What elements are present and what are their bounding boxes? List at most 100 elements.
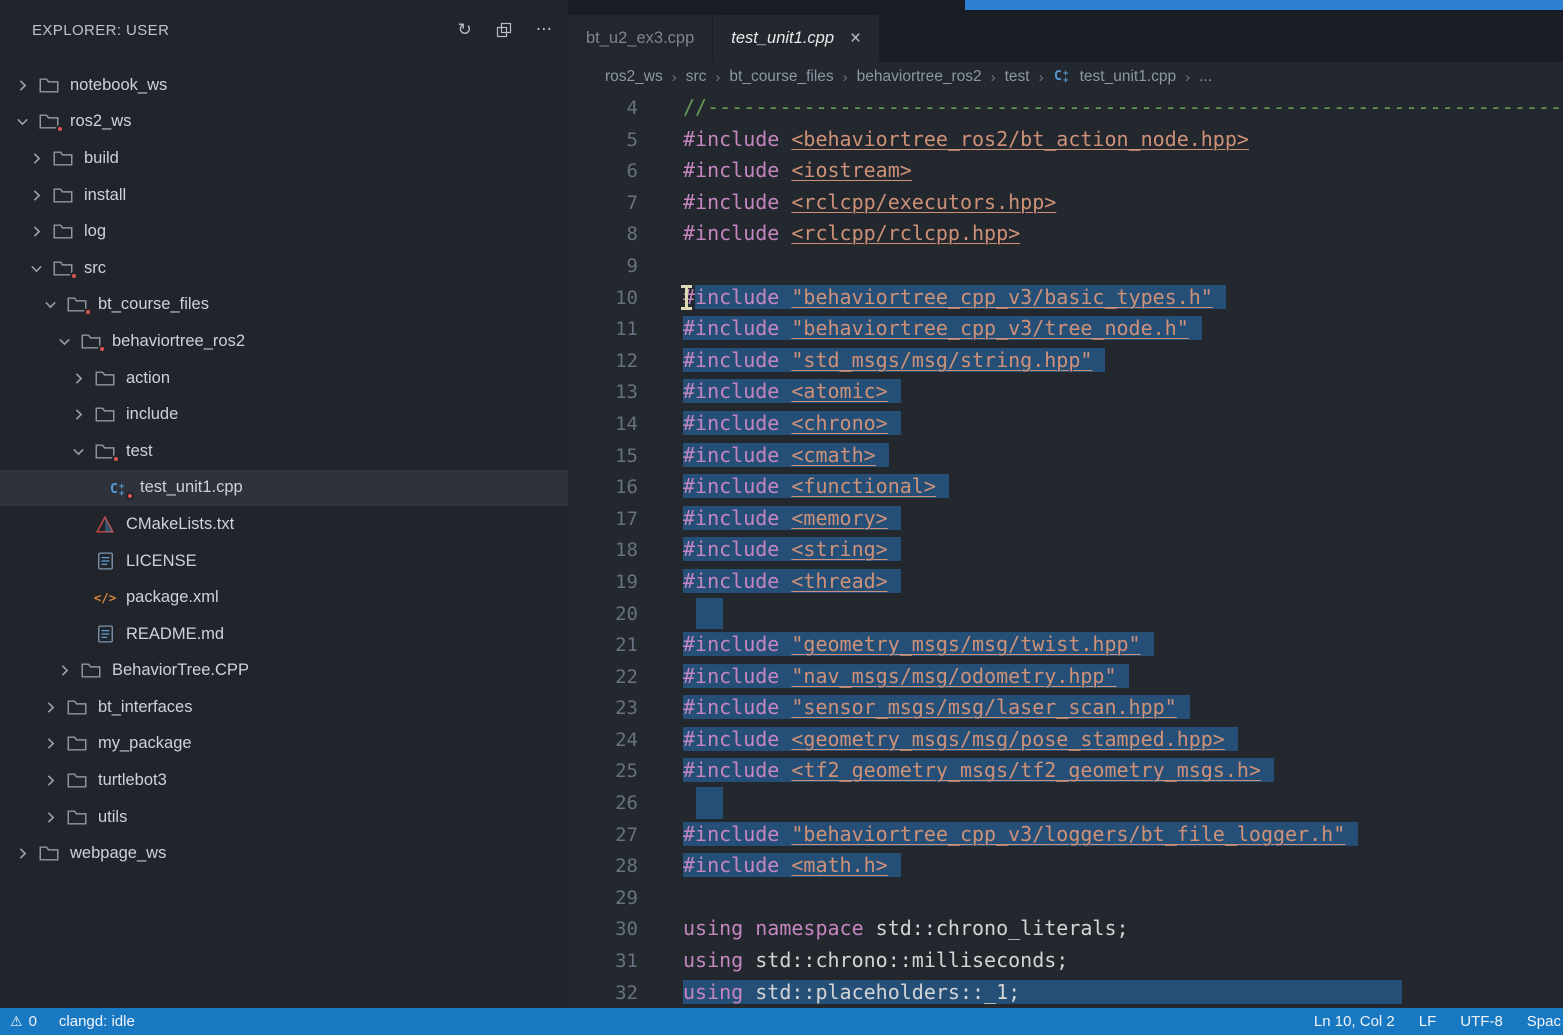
code-line-31[interactable]: 31using std::chrono::milliseconds; bbox=[568, 945, 1563, 977]
code-line-14[interactable]: 14#include <chrono> bbox=[568, 408, 1563, 440]
status-item-clangd-idle[interactable]: clangd: idle bbox=[59, 1013, 135, 1030]
code-line-17[interactable]: 17#include <memory> bbox=[568, 503, 1563, 535]
tree-item-label: action bbox=[126, 369, 170, 388]
code-line-25[interactable]: 25#include <tf2_geometry_msgs/tf2_geomet… bbox=[568, 755, 1563, 787]
tree-item-turtlebot3[interactable]: turtlebot3 bbox=[0, 762, 568, 799]
code-line-30[interactable]: 30using namespace std::chrono_literals; bbox=[568, 913, 1563, 945]
status-item-0[interactable]: ⚠0 bbox=[10, 1013, 37, 1030]
folder-icon bbox=[80, 333, 102, 350]
code-line-19[interactable]: 19#include <thread> bbox=[568, 566, 1563, 598]
breadcrumb-item-behaviortree-ros2[interactable]: behaviortree_ros2 bbox=[857, 68, 982, 86]
tab-test-unit1-cpp[interactable]: test_unit1.cpp× bbox=[713, 15, 879, 62]
code-line-13[interactable]: 13#include <atomic> bbox=[568, 376, 1563, 408]
breadcrumb-item-ros2-ws[interactable]: ros2_ws bbox=[605, 68, 663, 86]
chevron-right-icon[interactable] bbox=[70, 370, 94, 387]
code-token: #include bbox=[683, 348, 791, 372]
chevron-right-icon[interactable] bbox=[14, 845, 38, 862]
code-line-32[interactable]: 32using std::placeholders::_1; bbox=[568, 977, 1563, 1008]
code-line-9[interactable]: 9 bbox=[568, 250, 1563, 282]
status-item-ln-10-col-2[interactable]: Ln 10, Col 2 bbox=[1314, 1013, 1395, 1030]
code-line-23[interactable]: 23#include "sensor_msgs/msg/laser_scan.h… bbox=[568, 692, 1563, 724]
status-item-spac[interactable]: Spac bbox=[1527, 1013, 1561, 1030]
code-line-10[interactable]: 10#include "behaviortree_cpp_v3/basic_ty… bbox=[568, 282, 1563, 314]
chevron-right-icon[interactable] bbox=[70, 406, 94, 423]
tree-item-label: ros2_ws bbox=[70, 112, 131, 131]
code-line-5[interactable]: 5#include <behaviortree_ros2/bt_action_n… bbox=[568, 124, 1563, 156]
tree-item-behaviortree-cpp[interactable]: BehaviorTree.CPP bbox=[0, 653, 568, 690]
tree-item-readme-md[interactable]: README.md bbox=[0, 616, 568, 653]
tree-item-include[interactable]: include bbox=[0, 396, 568, 433]
tree-item-license[interactable]: LICENSE bbox=[0, 543, 568, 580]
code-token: using bbox=[683, 948, 755, 972]
chevron-right-icon[interactable] bbox=[14, 77, 38, 94]
code-line-7[interactable]: 7#include <rclcpp/executors.hpp> bbox=[568, 187, 1563, 219]
tree-item-label: src bbox=[84, 259, 106, 278]
tree-item-test[interactable]: test bbox=[0, 433, 568, 470]
editor-group: bt_u2_ex3.cpptest_unit1.cpp× ros2_ws›src… bbox=[568, 0, 1563, 1008]
tree-item-bt-course-files[interactable]: bt_course_files bbox=[0, 287, 568, 324]
status-item-lf[interactable]: LF bbox=[1419, 1013, 1437, 1030]
code-line-20[interactable]: 20 bbox=[568, 598, 1563, 630]
tab-bt-u2-ex3-cpp[interactable]: bt_u2_ex3.cpp bbox=[568, 15, 712, 62]
tree-item-behaviortree-ros2[interactable]: behaviortree_ros2 bbox=[0, 323, 568, 360]
chevron-down-icon[interactable] bbox=[14, 113, 38, 130]
chevron-down-icon[interactable] bbox=[42, 296, 66, 313]
tree-item-ros2-ws[interactable]: ros2_ws bbox=[0, 104, 568, 141]
code-line-27[interactable]: 27#include "behaviortree_cpp_v3/loggers/… bbox=[568, 819, 1563, 851]
more-actions-icon[interactable]: ··· bbox=[536, 22, 552, 39]
code-line-29[interactable]: 29 bbox=[568, 882, 1563, 914]
breadcrumb-item-src[interactable]: src bbox=[686, 68, 707, 86]
code-token: using bbox=[683, 980, 755, 1004]
tree-item-build[interactable]: build bbox=[0, 140, 568, 177]
tree-item-webpage-ws[interactable]: webpage_ws bbox=[0, 835, 568, 872]
chevron-right-icon[interactable] bbox=[42, 809, 66, 826]
chevron-right-icon[interactable] bbox=[28, 187, 52, 204]
code-line-4[interactable]: 4//-------------------------------------… bbox=[568, 92, 1563, 124]
main-area: EXPLORER: USER ↻··· notebook_wsros2_wsbu… bbox=[0, 0, 1563, 1008]
code-line-18[interactable]: 18#include <string> bbox=[568, 534, 1563, 566]
code-line-8[interactable]: 8#include <rclcpp/rclcpp.hpp> bbox=[568, 218, 1563, 250]
chevron-right-icon[interactable] bbox=[42, 772, 66, 789]
chevron-right-icon[interactable] bbox=[42, 735, 66, 752]
tree-item-notebook-ws[interactable]: notebook_ws bbox=[0, 67, 568, 104]
tree-item-install[interactable]: install bbox=[0, 177, 568, 214]
code-line-26[interactable]: 26 bbox=[568, 787, 1563, 819]
breadcrumb-item-test-unit1-cpp[interactable]: C++test_unit1.cpp bbox=[1053, 66, 1177, 89]
code-line-22[interactable]: 22#include "nav_msgs/msg/odometry.hpp" bbox=[568, 661, 1563, 693]
chevron-right-icon[interactable] bbox=[42, 699, 66, 716]
chevron-right-icon[interactable] bbox=[28, 150, 52, 167]
code-line-16[interactable]: 16#include <functional> bbox=[568, 471, 1563, 503]
code-token: <tf2_geometry_msgs/tf2_geometry_msgs.h> bbox=[791, 758, 1261, 782]
tree-item-bt-interfaces[interactable]: bt_interfaces bbox=[0, 689, 568, 726]
tree-item-cmakelists-txt[interactable]: CMakeLists.txt bbox=[0, 506, 568, 543]
chevron-right-icon[interactable] bbox=[28, 223, 52, 240]
code-line-11[interactable]: 11#include "behaviortree_cpp_v3/tree_nod… bbox=[568, 313, 1563, 345]
chevron-down-icon[interactable] bbox=[28, 260, 52, 277]
code-line-21[interactable]: 21#include "geometry_msgs/msg/twist.hpp" bbox=[568, 629, 1563, 661]
tree-item-label: my_package bbox=[98, 734, 192, 753]
tree-item-action[interactable]: action bbox=[0, 360, 568, 397]
tree-item-my-package[interactable]: my_package bbox=[0, 726, 568, 763]
status-item-utf-8[interactable]: UTF-8 bbox=[1460, 1013, 1503, 1030]
chevron-down-icon[interactable] bbox=[70, 443, 94, 460]
code-line-12[interactable]: 12#include "std_msgs/msg/string.hpp" bbox=[568, 345, 1563, 377]
code-line-24[interactable]: 24#include <geometry_msgs/msg/pose_stamp… bbox=[568, 724, 1563, 756]
chevron-down-icon[interactable] bbox=[56, 333, 80, 350]
tree-item-utils[interactable]: utils bbox=[0, 799, 568, 836]
code-line-28[interactable]: 28#include <math.h> bbox=[568, 850, 1563, 882]
refresh-icon[interactable]: ↻ bbox=[458, 22, 472, 39]
chevron-right-icon[interactable] bbox=[56, 662, 80, 679]
tree-item-log[interactable]: log bbox=[0, 213, 568, 250]
cpp-file-icon: C++ bbox=[1053, 66, 1073, 89]
close-icon[interactable]: × bbox=[850, 29, 861, 48]
breadcrumb-item-bt-course-files[interactable]: bt_course_files bbox=[729, 68, 833, 86]
breadcrumb-item-test[interactable]: test bbox=[1005, 68, 1030, 86]
tree-item-src[interactable]: src bbox=[0, 250, 568, 287]
collapse-folders-icon[interactable] bbox=[496, 22, 512, 38]
code-line-15[interactable]: 15#include <cmath> bbox=[568, 440, 1563, 472]
tree-item-package-xml[interactable]: </>package.xml bbox=[0, 579, 568, 616]
code-editor[interactable]: 4//-------------------------------------… bbox=[568, 92, 1563, 1008]
code-line-6[interactable]: 6#include <iostream> bbox=[568, 155, 1563, 187]
breadcrumb-item-[interactable]: ... bbox=[1199, 68, 1212, 86]
tree-item-test-unit1-cpp[interactable]: C++test_unit1.cpp bbox=[0, 470, 568, 507]
